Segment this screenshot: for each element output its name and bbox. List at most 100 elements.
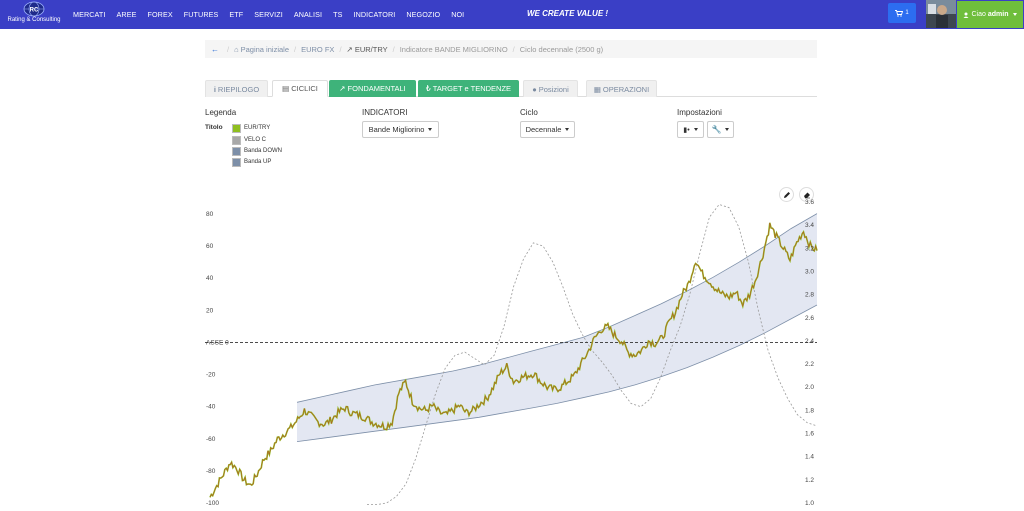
tools-settings-button[interactable]: 🔧: [707, 121, 734, 138]
user-menu-button[interactable]: Ciao admin: [957, 1, 1023, 28]
bomb-icon: ●: [532, 84, 537, 94]
left-axis: 80 60 40 20 ASSE 0 -20 -40 -60 -80 -100: [206, 211, 229, 507]
slogan: WE CREATE VALUE !: [527, 9, 609, 18]
brand-name: Rating & Consulting: [7, 17, 61, 23]
right-axis: 3.6 3.4 3.2 3.0 2.8 2.6 2.4 2.2 2.0 1.8 1.6 1.4 1.2 1…: [805, 199, 814, 507]
legend-swatch: [232, 123, 241, 133]
breadcrumb-separator: /: [512, 44, 515, 54]
main-nav: MERCATI AREE FOREX FUTURES ETF SERVIZI A…: [73, 0, 475, 29]
tab-target-tendenze[interactable]: ₺ TARGET e TENDENZE: [418, 80, 519, 97]
tab-label: Posizioni: [538, 84, 569, 94]
indicator-dropdown-value: Bande Migliorino: [368, 125, 425, 134]
style-settings-button[interactable]: ▮•: [677, 121, 704, 138]
tab-label: RIEPILOGO: [217, 84, 260, 94]
indicators-label: INDICATORI: [362, 108, 408, 117]
left-axis-tick-label: -60: [206, 436, 216, 443]
caret-down-icon: [428, 128, 433, 131]
settings-label: Impostazioni: [677, 108, 722, 117]
line-chart-icon: ↗: [339, 84, 346, 93]
avatar-photo-icon: [926, 0, 956, 28]
right-axis-tick-label: 1.2: [805, 477, 814, 484]
nav-item-noi[interactable]: NOI: [451, 10, 464, 19]
left-axis-tick-label: ASSE 0: [206, 339, 229, 346]
nav-item-mercati[interactable]: MERCATI: [73, 10, 106, 19]
breadcrumb-indicator[interactable]: Indicatore BANDE MIGLIORINO: [400, 45, 508, 54]
user-name: admin: [987, 11, 1009, 18]
top-navbar: RC Rating & Consulting MERCATI AREE FORE…: [0, 0, 1024, 29]
legend-item-eurtry[interactable]: EUR/TRY: [232, 123, 270, 133]
legend-item-velo-c[interactable]: VELO C: [232, 135, 266, 145]
cycle-dropdown-value: Decennale: [525, 125, 562, 134]
right-axis-tick-label: 3.2: [805, 245, 814, 252]
legend-swatch: [232, 135, 241, 145]
tab-riepilogo[interactable]: i RIEPILOGO: [205, 80, 268, 97]
legend-item-label: VELO C: [244, 137, 267, 143]
right-axis-tick-label: 2.4: [805, 338, 814, 345]
tab-label: CICLICI: [291, 84, 318, 93]
breadcrumb-pair[interactable]: EUR/TRY: [355, 45, 388, 54]
nav-item-aree[interactable]: AREE: [117, 10, 137, 19]
legend-item-label: EUR/TRY: [244, 125, 271, 131]
cart-icon: [895, 9, 904, 17]
nav-item-servizi[interactable]: SERVIZI: [254, 10, 283, 19]
paint-brush-icon: ▮•: [683, 126, 690, 134]
nav-item-etf[interactable]: ETF: [229, 10, 243, 19]
right-axis-tick-label: 1.6: [805, 431, 814, 438]
band-fill-area: [297, 213, 817, 442]
right-axis-tick-label: 1.0: [805, 500, 814, 507]
tab-label: FONDAMENTALI: [347, 84, 406, 93]
chevron-down-icon: [1012, 13, 1017, 16]
tab-ciclici[interactable]: ▤ CICLICI: [272, 80, 328, 97]
line-chart-icon: ↗: [346, 44, 353, 54]
left-axis-tick-label: -100: [206, 500, 219, 507]
nav-item-ts[interactable]: TS: [333, 10, 342, 19]
right-axis-tick-label: 2.8: [805, 292, 814, 299]
legend-item-banda-down[interactable]: Banda DOWN: [232, 146, 282, 156]
nav-item-negozio[interactable]: NEGOZIO: [406, 10, 440, 19]
left-axis-tick-label: 40: [206, 275, 214, 282]
tab-label: OPERAZIONI: [602, 84, 650, 94]
right-axis-tick-label: 1.8: [805, 407, 814, 414]
chart[interactable]: 80 60 40 20 ASSE 0 -20 -40 -60 -80 -100 3.6 3.4 3.2…: [195, 180, 825, 511]
breadcrumb-home[interactable]: Pagina iniziale: [241, 45, 289, 54]
logo-mark-icon: RC: [23, 1, 45, 17]
left-axis-tick-label: 60: [206, 243, 214, 250]
legend-label: Legenda: [205, 108, 237, 117]
back-arrow-icon[interactable]: ←: [211, 45, 219, 54]
left-axis-tick-label: 80: [206, 211, 214, 218]
cycle-dropdown[interactable]: Decennale: [520, 121, 575, 138]
nav-item-analisi[interactable]: ANALISI: [294, 10, 322, 19]
indicator-dropdown[interactable]: Bande Migliorino: [362, 121, 439, 138]
nav-item-forex[interactable]: FOREX: [148, 10, 173, 19]
legend-item-label: Banda UP: [244, 159, 272, 165]
home-icon: ⌂: [234, 44, 239, 54]
right-axis-tick-label: 2.0: [805, 384, 814, 391]
right-axis-tick-label: 3.0: [805, 268, 814, 275]
left-axis-tick-label: -80: [206, 468, 216, 475]
nav-item-indicatori[interactable]: INDICATORI: [353, 10, 395, 19]
user-greeting: Ciao: [971, 11, 986, 18]
nav-item-futures[interactable]: FUTURES: [184, 10, 219, 19]
legend-swatch: [232, 146, 241, 156]
logo[interactable]: RC Rating & Consulting: [3, 1, 65, 28]
legend-item-banda-up[interactable]: Banda UP: [232, 157, 271, 167]
left-axis-tick-label: -20: [206, 372, 216, 379]
right-axis-tick-label: 2.6: [805, 315, 814, 322]
breadcrumb: ← / ⌂ Pagina iniziale / EURO FX / ↗ EUR/…: [205, 40, 817, 58]
lira-icon: ₺: [425, 84, 431, 93]
tab-posizioni[interactable]: ● Posizioni: [523, 80, 578, 97]
tab-fondamentali[interactable]: ↗ FONDAMENTALI: [329, 80, 416, 97]
caret-down-icon: [565, 128, 570, 131]
cycle-label: Ciclo: [520, 108, 538, 117]
legend-swatch: [232, 157, 241, 167]
breadcrumb-separator: /: [392, 44, 395, 54]
right-axis-tick-label: 1.4: [805, 454, 814, 461]
bar-chart-icon: ▤: [282, 84, 290, 93]
breadcrumb-separator: /: [294, 44, 297, 54]
cart-button[interactable]: 1: [888, 3, 916, 23]
tab-operazioni[interactable]: ▦ OPERAZIONI: [586, 80, 657, 97]
avatar[interactable]: [926, 0, 956, 28]
right-axis-tick-label: 3.6: [805, 199, 814, 206]
cart-count: 1: [905, 10, 909, 16]
breadcrumb-group[interactable]: EURO FX: [301, 45, 334, 54]
